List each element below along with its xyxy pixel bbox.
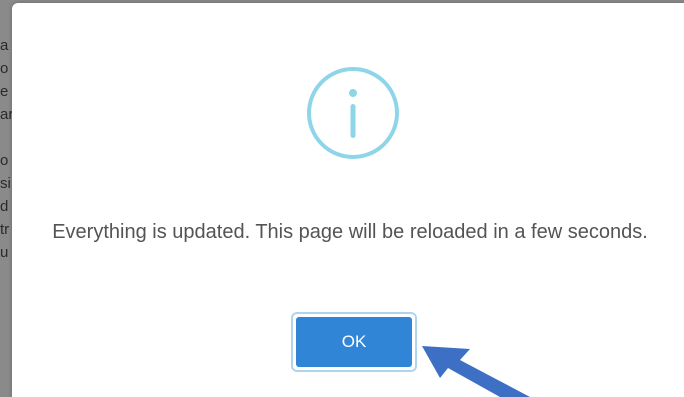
alert-dialog: Everything is updated. This page will be… [12,3,684,397]
dialog-message: Everything is updated. This page will be… [52,221,648,243]
ok-button[interactable]: OK [291,312,417,372]
info-icon [307,67,399,159]
ok-button-label[interactable]: OK [296,317,412,367]
